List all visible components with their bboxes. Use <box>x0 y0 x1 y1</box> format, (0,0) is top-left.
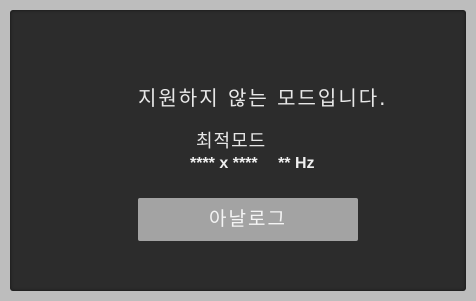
unsupported-mode-message: 지원하지 않는 모드입니다. <box>138 86 388 110</box>
analog-input-button[interactable]: 아날로그 <box>138 198 358 241</box>
resolution-width: **** <box>190 155 215 172</box>
resolution-height: **** <box>232 155 258 172</box>
optimal-mode-label: 최적모드 <box>196 131 267 152</box>
refresh-rate: ** <box>278 155 291 172</box>
optimal-resolution: **** x **** ** Hz <box>190 155 315 173</box>
monitor-frame: 지원하지 않는 모드입니다. 최적모드 **** x **** ** Hz 아날… <box>0 0 476 301</box>
resolution-separator: x <box>219 155 229 172</box>
refresh-unit: Hz <box>294 155 315 172</box>
